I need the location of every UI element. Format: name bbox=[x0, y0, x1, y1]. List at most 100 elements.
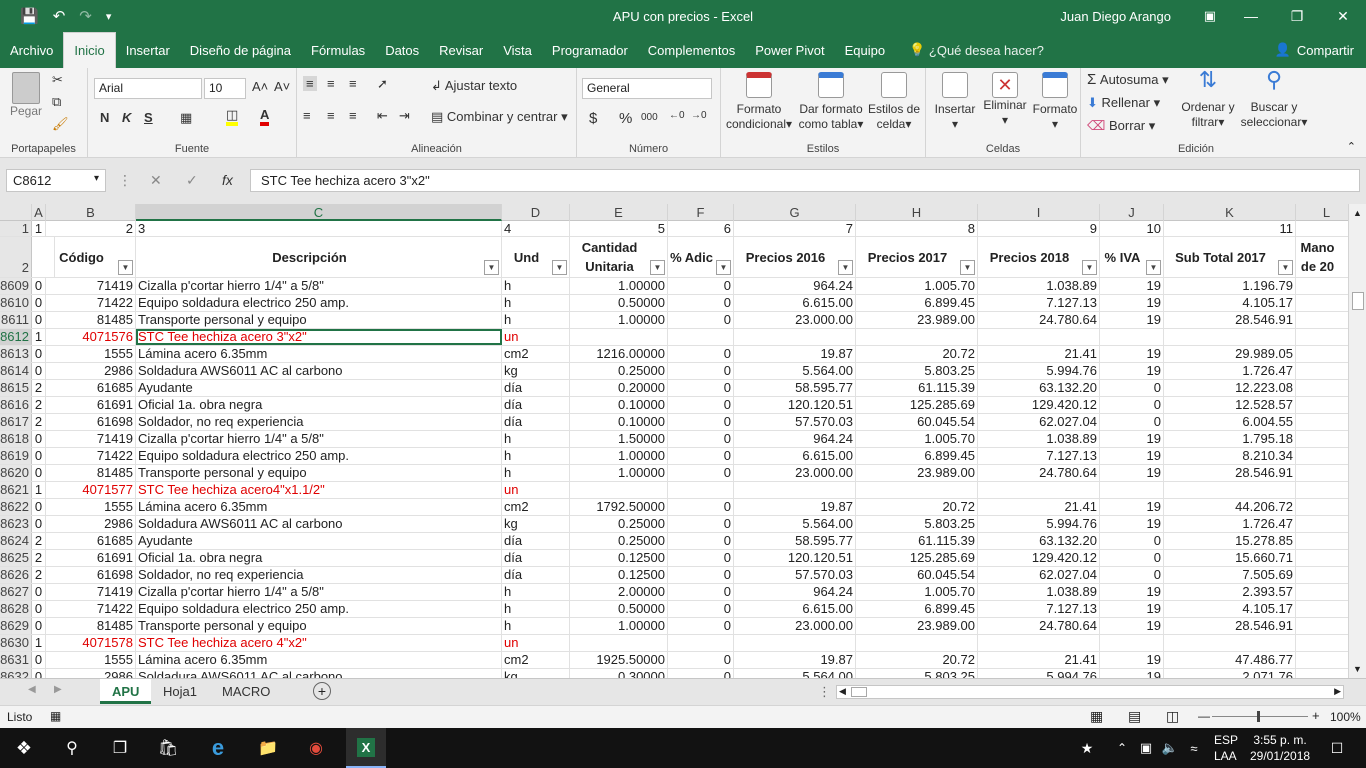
filter-dropdown-icon[interactable]: ▼ bbox=[552, 260, 567, 275]
cell[interactable] bbox=[734, 329, 856, 345]
cell[interactable]: 6.615.00 bbox=[734, 295, 856, 311]
cell[interactable]: 4.105.17 bbox=[1164, 601, 1296, 617]
tell-me-box[interactable]: 💡 ¿Qué desea hacer? bbox=[909, 32, 1044, 68]
cell[interactable]: STC Tee hechiza acero 3"x2" bbox=[136, 329, 502, 345]
cell[interactable]: 71422 bbox=[46, 601, 136, 617]
cell[interactable]: 19 bbox=[1100, 499, 1164, 515]
cell[interactable]: 0 bbox=[668, 584, 734, 600]
cell[interactable]: 1.00000 bbox=[570, 618, 668, 634]
decrease-indent-icon[interactable]: ⇤ bbox=[377, 108, 388, 124]
cell[interactable]: 19 bbox=[1100, 652, 1164, 668]
cell[interactable]: 0 bbox=[32, 278, 46, 294]
cell[interactable] bbox=[668, 482, 734, 498]
cell[interactable]: 0.20000 bbox=[570, 380, 668, 396]
cell[interactable]: 57.570.03 bbox=[734, 567, 856, 583]
cell[interactable]: h bbox=[502, 295, 570, 311]
cell[interactable]: 6.615.00 bbox=[734, 448, 856, 464]
cell[interactable]: 3 bbox=[136, 221, 502, 236]
cell[interactable]: 60.045.54 bbox=[856, 567, 978, 583]
cell[interactable]: 0 bbox=[668, 278, 734, 294]
column-header-g[interactable]: G bbox=[734, 204, 856, 221]
cell[interactable]: 0 bbox=[32, 652, 46, 668]
filter-dropdown-icon[interactable]: ▼ bbox=[838, 260, 853, 275]
cell[interactable]: 2 bbox=[46, 221, 136, 236]
cell[interactable]: 1.726.47 bbox=[1164, 516, 1296, 532]
cell[interactable]: 71419 bbox=[46, 278, 136, 294]
font-color-icon[interactable]: A bbox=[260, 108, 270, 126]
cell[interactable]: 120.120.51 bbox=[734, 397, 856, 413]
increase-indent-icon[interactable]: ⇥ bbox=[399, 108, 410, 124]
cell[interactable] bbox=[1164, 482, 1296, 498]
cell[interactable]: 19 bbox=[1100, 448, 1164, 464]
format-painter-icon[interactable]: 🖌 bbox=[52, 116, 69, 132]
cell[interactable]: 5.994.76 bbox=[978, 516, 1100, 532]
cell[interactable]: Soldador, no req experiencia bbox=[136, 567, 502, 583]
column-header-f[interactable]: F bbox=[668, 204, 734, 221]
cell[interactable]: 60.045.54 bbox=[856, 414, 978, 430]
zoom-in-icon[interactable]: + bbox=[1312, 708, 1320, 723]
select-all-corner[interactable] bbox=[0, 204, 32, 221]
cell[interactable]: 0 bbox=[668, 312, 734, 328]
cell[interactable]: 19 bbox=[1100, 584, 1164, 600]
tab-power-pivot[interactable]: Power Pivot bbox=[745, 32, 834, 68]
cell[interactable]: 5.564.00 bbox=[734, 516, 856, 532]
column-header-i[interactable]: I bbox=[978, 204, 1100, 221]
cell[interactable]: 0 bbox=[668, 397, 734, 413]
cell[interactable]: 7.505.69 bbox=[1164, 567, 1296, 583]
sheet-tab-apu[interactable]: APU bbox=[100, 679, 152, 704]
volume-icon[interactable]: 🔈 bbox=[1160, 728, 1180, 768]
cell[interactable]: 12.223.08 bbox=[1164, 380, 1296, 396]
cell[interactable] bbox=[734, 635, 856, 651]
cell[interactable]: 6.899.45 bbox=[856, 601, 978, 617]
sort-filter-button[interactable]: ⇅ Ordenar y filtrar▾ bbox=[1175, 69, 1241, 130]
row-header[interactable]: 8630 bbox=[0, 635, 32, 651]
cell[interactable]: 29.989.05 bbox=[1164, 346, 1296, 362]
cell[interactable]: 8 bbox=[856, 221, 978, 236]
formula-input[interactable]: STC Tee hechiza acero 3"x2" bbox=[250, 169, 1360, 192]
tab-complementos[interactable]: Complementos bbox=[638, 32, 745, 68]
windows-start-icon[interactable]: ❖ bbox=[4, 728, 44, 768]
cell[interactable]: cm2 bbox=[502, 346, 570, 362]
cell[interactable]: 125.285.69 bbox=[856, 550, 978, 566]
cell[interactable]: 0 bbox=[668, 533, 734, 549]
cell[interactable]: STC Tee hechiza acero 4"x2" bbox=[136, 635, 502, 651]
cell[interactable]: 7.127.13 bbox=[978, 448, 1100, 464]
cell[interactable]: 1.50000 bbox=[570, 431, 668, 447]
cell[interactable]: 1.005.70 bbox=[856, 278, 978, 294]
cell[interactable]: 5.564.00 bbox=[734, 363, 856, 379]
cell[interactable]: 1 bbox=[32, 329, 46, 345]
cell[interactable]: 4071577 bbox=[46, 482, 136, 498]
column-header-k[interactable]: K bbox=[1164, 204, 1296, 221]
cell[interactable]: día bbox=[502, 414, 570, 430]
column-header-e[interactable]: E bbox=[570, 204, 668, 221]
cell[interactable]: 0.25000 bbox=[570, 363, 668, 379]
column-header-l[interactable]: L bbox=[1296, 204, 1348, 221]
cell[interactable]: 23.000.00 bbox=[734, 465, 856, 481]
header-cell[interactable]: Precios 2018 ▼ bbox=[978, 237, 1100, 277]
cell[interactable]: 2 bbox=[32, 380, 46, 396]
tab-split-icon[interactable]: ⋮ bbox=[818, 684, 831, 700]
row-header[interactable]: 8632 bbox=[0, 669, 32, 678]
cell[interactable]: 63.132.20 bbox=[978, 533, 1100, 549]
cell[interactable] bbox=[1100, 329, 1164, 345]
cell[interactable]: 0.10000 bbox=[570, 397, 668, 413]
cell[interactable]: 21.41 bbox=[978, 652, 1100, 668]
cell[interactable]: Ayudante bbox=[136, 380, 502, 396]
sheet-tab-macro[interactable]: MACRO bbox=[210, 679, 282, 704]
align-bottom-icon[interactable]: ≡ bbox=[349, 76, 357, 91]
column-header-h[interactable]: H bbox=[856, 204, 978, 221]
cell[interactable]: 61691 bbox=[46, 550, 136, 566]
cell[interactable]: 19 bbox=[1100, 431, 1164, 447]
cell[interactable]: 81485 bbox=[46, 618, 136, 634]
cell[interactable]: 129.420.12 bbox=[978, 550, 1100, 566]
align-center-icon[interactable]: ≡ bbox=[327, 108, 335, 123]
cell[interactable]: Soldadura AWS6011 AC al carbono bbox=[136, 669, 502, 678]
column-header-b[interactable]: B bbox=[46, 204, 136, 221]
header-cell[interactable]: Precios 2016 ▼ bbox=[734, 237, 856, 277]
header-cell[interactable]: Cantidad Unitaria ▼ bbox=[570, 237, 668, 277]
cell[interactable]: Equipo soldadura electrico 250 amp. bbox=[136, 448, 502, 464]
cell[interactable]: 19 bbox=[1100, 295, 1164, 311]
cell[interactable]: 19.87 bbox=[734, 346, 856, 362]
cell[interactable]: Cizalla p'cortar hierro 1/4" a 5/8" bbox=[136, 278, 502, 294]
cell[interactable]: 1555 bbox=[46, 346, 136, 362]
